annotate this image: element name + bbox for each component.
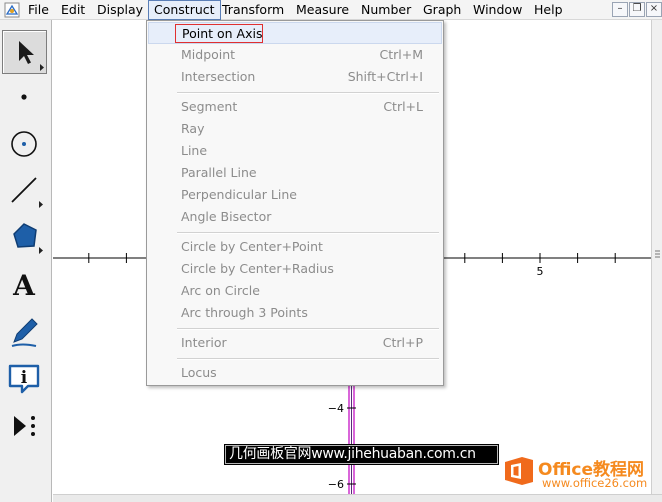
menu-item-ray[interactable]: Ray — [148, 118, 442, 140]
menu-item-label: Line — [181, 143, 208, 158]
menu-separator — [177, 92, 439, 94]
custom-tool[interactable] — [2, 404, 47, 448]
watermark-url: www.office26.com — [542, 476, 648, 490]
splitter-grip-icon[interactable] — [652, 20, 662, 494]
minimize-button[interactable]: – — [612, 2, 628, 17]
menu-item-point-on-axis[interactable]: Point on Axis — [148, 22, 442, 44]
menu-display[interactable]: Display — [92, 0, 148, 20]
polygon-icon — [13, 223, 43, 254]
arrow-pointer-icon — [19, 41, 44, 71]
menu-item-locus[interactable]: Locus — [148, 362, 442, 384]
menu-item-label: Circle by Center+Radius — [181, 261, 334, 276]
menu-separator — [177, 328, 439, 330]
menu-item-label: Parallel Line — [181, 165, 257, 180]
menu-item-label: Segment — [181, 99, 238, 114]
menu-item-shortcut: Ctrl+M — [379, 47, 424, 62]
info-glyph: i — [21, 368, 28, 388]
y-tick-label-minus-4: −4 — [328, 402, 344, 415]
menu-construct[interactable]: Construct — [148, 0, 221, 20]
watermark-caption-text: 几何画板官网www.jihehuaban.com.cn — [229, 446, 476, 462]
menu-help[interactable]: Help — [529, 0, 568, 20]
toolbox: A i — [0, 20, 52, 502]
menu-transform[interactable]: Transform — [217, 0, 289, 20]
menu-item-label: Locus — [181, 365, 217, 380]
watermark-caption: 几何画板官网www.jihehuaban.com.cn — [224, 444, 499, 465]
menu-item-parallel-line[interactable]: Parallel Line — [148, 162, 442, 184]
menu-separator — [177, 358, 439, 360]
menu-item-line[interactable]: Line — [148, 140, 442, 162]
menu-item-label: Angle Bisector — [181, 209, 272, 224]
menu-item-label: Intersection — [181, 69, 256, 84]
y-tick-label-minus-6: −6 — [328, 478, 344, 491]
menu-item-label: Ray — [181, 121, 205, 136]
menu-item-interior[interactable]: Interior Ctrl+P — [148, 332, 442, 354]
text-a-icon: A — [12, 269, 36, 302]
menu-measure[interactable]: Measure — [291, 0, 354, 20]
marker-tool[interactable] — [2, 310, 47, 354]
construct-menu: Point on Axis Midpoint Ctrl+M Intersecti… — [146, 20, 444, 386]
arrow-tool[interactable] — [2, 30, 47, 74]
straightedge-tool[interactable] — [2, 168, 47, 212]
menu-item-perpendicular-line[interactable]: Perpendicular Line — [148, 184, 442, 206]
menu-item-label: Perpendicular Line — [181, 187, 297, 202]
app-icon[interactable] — [4, 2, 20, 18]
right-panel-edge — [651, 20, 662, 494]
text-a-glyph: A — [12, 269, 36, 302]
menu-item-arc-on-circle[interactable]: Arc on Circle — [148, 280, 442, 302]
menu-item-shortcut: Ctrl+P — [382, 335, 423, 350]
menu-item-shortcut: Shift+Ctrl+I — [347, 69, 423, 84]
circle-icon — [11, 131, 37, 157]
horizontal-scrollbar[interactable] — [53, 494, 662, 502]
menu-item-label: Arc on Circle — [181, 283, 260, 298]
menu-item-label: Interior — [181, 335, 227, 350]
menu-window[interactable]: Window — [468, 0, 527, 20]
menu-item-circle-by-center-radius[interactable]: Circle by Center+Radius — [148, 258, 442, 280]
info-icon: i — [8, 364, 40, 394]
menu-item-segment[interactable]: Segment Ctrl+L — [148, 96, 442, 118]
menu-graph[interactable]: Graph — [418, 0, 466, 20]
point-tool[interactable] — [2, 76, 47, 120]
menu-item-arc-through-3-points[interactable]: Arc through 3 Points — [148, 302, 442, 324]
menu-item-circle-by-center-point[interactable]: Circle by Center+Point — [148, 236, 442, 258]
menu-item-label: Circle by Center+Point — [181, 239, 323, 254]
custom-tool-icon — [14, 416, 35, 436]
menu-separator — [177, 232, 439, 234]
menu-item-shortcut: Ctrl+L — [383, 99, 423, 114]
restore-button[interactable]: ❐ — [629, 2, 645, 17]
compass-tool[interactable] — [2, 122, 47, 166]
menu-edit[interactable]: Edit — [56, 0, 90, 20]
menu-item-midpoint[interactable]: Midpoint Ctrl+M — [148, 44, 442, 66]
menu-file[interactable]: File — [23, 0, 54, 20]
x-tick-label-5: 5 — [537, 265, 544, 278]
polygon-tool[interactable] — [2, 214, 47, 258]
menu-bar: File Edit Display Construct Transform Me… — [0, 0, 662, 20]
information-tool[interactable]: i — [2, 356, 47, 400]
menu-item-angle-bisector[interactable]: Angle Bisector — [148, 206, 442, 228]
office-logo-icon — [505, 457, 533, 485]
line-segment-icon — [11, 177, 43, 208]
point-icon — [21, 94, 27, 100]
close-button[interactable]: × — [646, 2, 662, 17]
menu-item-label: Midpoint — [181, 47, 236, 62]
menu-number[interactable]: Number — [356, 0, 416, 20]
menu-item-label: Arc through 3 Points — [181, 305, 308, 320]
pen-marker-icon — [11, 318, 38, 347]
text-tool[interactable]: A — [2, 262, 47, 306]
menu-item-intersection[interactable]: Intersection Shift+Ctrl+I — [148, 66, 442, 88]
highlight-box — [175, 24, 263, 43]
watermark-logo: Office教程网 www.office26.com — [500, 452, 660, 492]
